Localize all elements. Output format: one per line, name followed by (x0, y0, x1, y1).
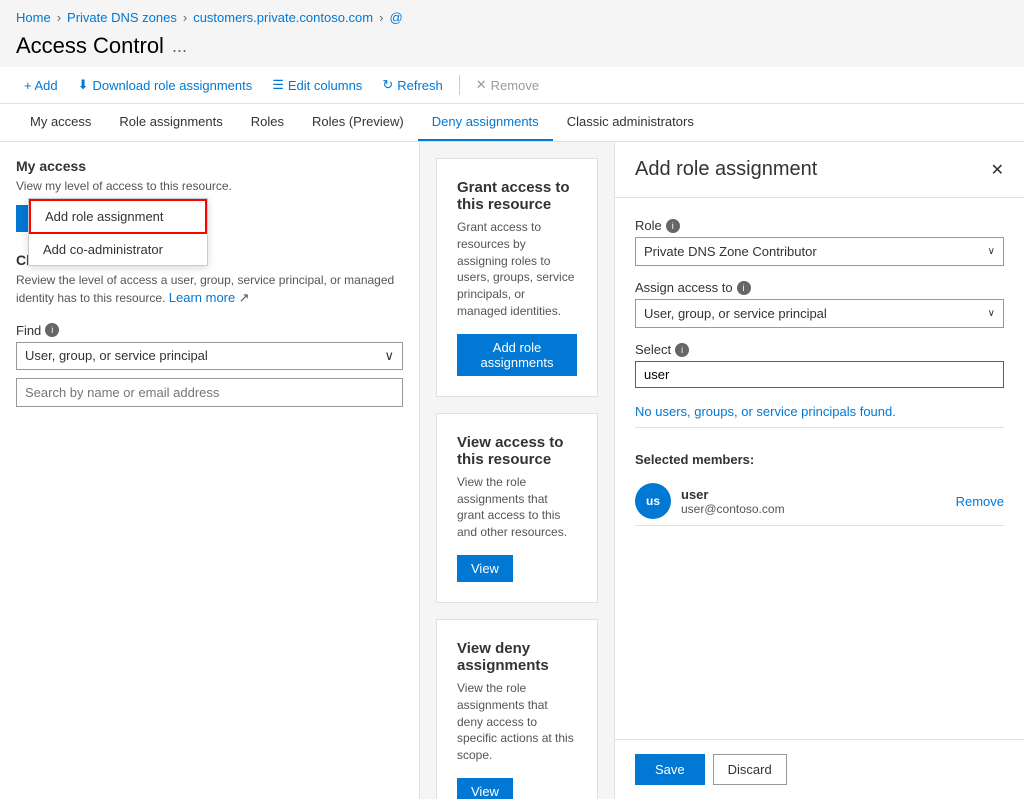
no-results-message: No users, groups, or service principals … (635, 396, 1004, 428)
check-access-desc: Review the level of access a user, group… (16, 272, 403, 307)
download-icon: ⬇ (78, 77, 89, 93)
tabs: My access Role assignments Roles Roles (… (0, 104, 1024, 142)
find-label: Find i (16, 323, 403, 338)
toolbar-separator (459, 75, 460, 95)
role-field-label: Role i (635, 218, 1004, 233)
view-access-button[interactable]: View (457, 555, 513, 582)
view-deny-button[interactable]: View (457, 778, 513, 799)
role-info-icon[interactable]: i (666, 219, 680, 233)
view-access-card: View access to this resource View the ro… (436, 413, 598, 603)
view-deny-card: View deny assignments View the role assi… (436, 619, 598, 799)
select-field-label: Select i (635, 342, 1004, 357)
tab-my-access[interactable]: My access (16, 104, 105, 141)
role-dropdown[interactable]: Private DNS Zone Contributor ∨ (635, 237, 1004, 266)
toolbar: + Add ⬇ Download role assignments ☰ Edit… (0, 67, 1024, 104)
right-panel-body: Role i Private DNS Zone Contributor ∨ As… (615, 198, 1024, 739)
find-dropdown-arrow: ∨ (384, 348, 394, 364)
view-deny-title: View deny assignments (457, 640, 577, 674)
member-info: user user@contoso.com (681, 487, 946, 516)
tab-classic-admins[interactable]: Classic administrators (553, 104, 708, 141)
assign-info-icon[interactable]: i (737, 281, 751, 295)
assign-field-label: Assign access to i (635, 280, 1004, 295)
member-email: user@contoso.com (681, 502, 946, 516)
add-role-assignments-button[interactable]: Add role assignments (457, 334, 577, 376)
member-avatar: us (635, 483, 671, 519)
center-panel: Grant access to this resource Grant acce… (420, 142, 614, 799)
find-info-icon[interactable]: i (45, 323, 59, 337)
grant-access-title: Grant access to this resource (457, 179, 577, 213)
my-access-desc: View my level of access to this resource… (16, 178, 403, 195)
refresh-icon: ↻ (382, 77, 393, 93)
remove-icon: ✕ (476, 77, 487, 93)
role-dropdown-arrow: ∨ (988, 246, 995, 257)
more-options-icon[interactable]: ... (172, 36, 187, 57)
tab-roles[interactable]: Roles (237, 104, 298, 141)
grant-access-card: Grant access to this resource Grant acce… (436, 158, 598, 397)
columns-icon: ☰ (272, 77, 284, 93)
tab-deny-assignments[interactable]: Deny assignments (418, 104, 553, 141)
search-input[interactable] (16, 378, 403, 407)
add-co-administrator-item[interactable]: Add co-administrator (29, 234, 207, 265)
grant-access-desc: Grant access to resources by assigning r… (457, 219, 577, 320)
close-panel-button[interactable]: ✕ (991, 160, 1004, 180)
edit-columns-button[interactable]: ☰ Edit columns (264, 73, 370, 97)
right-panel-footer: Save Discard (615, 739, 1024, 799)
learn-more-link[interactable]: Learn more (169, 290, 235, 305)
add-button[interactable]: + Add (16, 74, 66, 97)
view-access-title: View access to this resource (457, 434, 577, 468)
view-deny-desc: View the role assignments that deny acce… (457, 680, 577, 764)
remove-button[interactable]: ✕ Remove (468, 73, 547, 97)
add-role-assignment-item[interactable]: Add role assignment (29, 199, 207, 234)
breadcrumb: Home › Private DNS zones › customers.pri… (0, 0, 1024, 29)
right-panel-header: Add role assignment ✕ (615, 142, 1024, 198)
save-button[interactable]: Save (635, 754, 705, 785)
breadcrumb-domain[interactable]: customers.private.contoso.com (193, 10, 373, 25)
download-button[interactable]: ⬇ Download role assignments (70, 73, 261, 97)
tab-role-assignments[interactable]: Role assignments (105, 104, 236, 141)
refresh-button[interactable]: ↻ Refresh (374, 73, 450, 97)
selected-members-label: Selected members: (635, 452, 1004, 467)
view-access-desc: View the role assignments that grant acc… (457, 474, 577, 541)
find-dropdown[interactable]: User, group, or service principal ∨ (16, 342, 403, 370)
assign-dropdown[interactable]: User, group, or service principal ∨ (635, 299, 1004, 328)
right-panel-title: Add role assignment (635, 158, 817, 181)
select-info-icon[interactable]: i (675, 343, 689, 357)
assign-dropdown-arrow: ∨ (988, 308, 995, 319)
breadcrumb-at[interactable]: @ (389, 10, 402, 25)
dropdown-menu: Add role assignment Add co-administrator (28, 198, 208, 266)
member-row: us user user@contoso.com Remove (635, 477, 1004, 526)
my-access-title: My access (16, 158, 403, 174)
tab-roles-preview[interactable]: Roles (Preview) (298, 104, 418, 141)
select-input[interactable] (635, 361, 1004, 388)
breadcrumb-dns-zones[interactable]: Private DNS zones (67, 10, 177, 25)
page-header: Access Control ... (0, 29, 1024, 67)
member-name: user (681, 487, 946, 502)
discard-button[interactable]: Discard (713, 754, 787, 785)
breadcrumb-home[interactable]: Home (16, 10, 51, 25)
member-remove-button[interactable]: Remove (956, 494, 1004, 509)
page-title: Access Control (16, 33, 164, 59)
right-panel: Add role assignment ✕ Role i Private DNS… (614, 142, 1024, 799)
